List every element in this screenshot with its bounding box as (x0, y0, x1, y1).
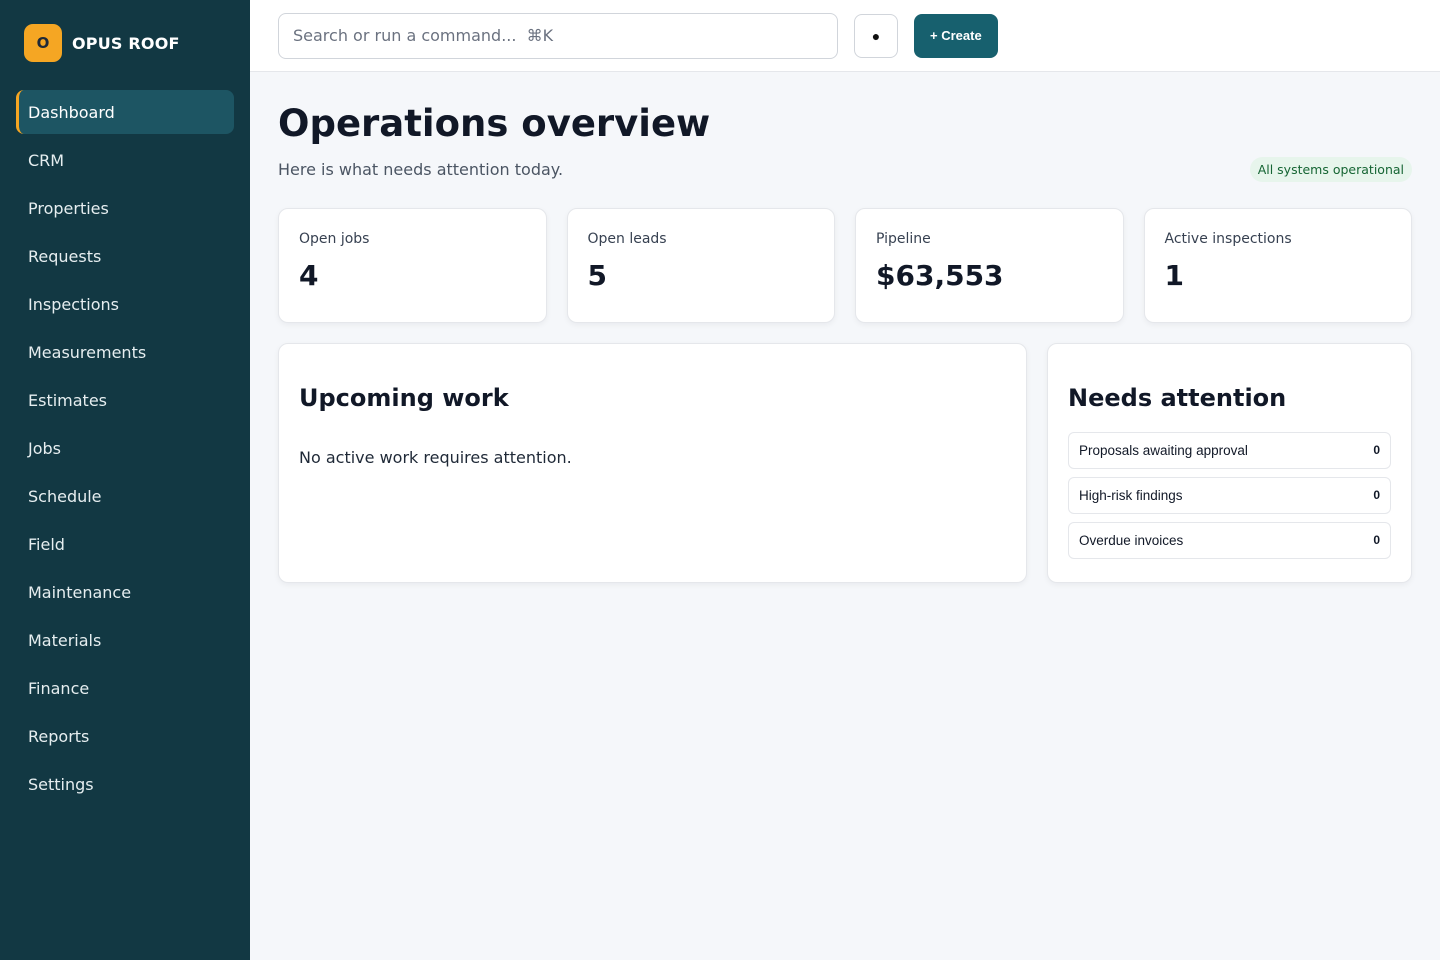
attention-item-count: 0 (1373, 488, 1380, 503)
sidebar-item-materials[interactable]: Materials (16, 618, 234, 662)
create-button[interactable]: + Create (914, 13, 998, 58)
stat-card-open-jobs[interactable]: Open jobs 4 (278, 207, 547, 323)
page-title: Operations overview (278, 102, 711, 145)
attention-item-proposals[interactable]: Proposals awaiting approval 0 (1068, 431, 1391, 469)
sidebar-item-maintenance[interactable]: Maintenance (16, 570, 234, 614)
panel-title: Upcoming work (299, 383, 509, 412)
stat-value: 4 (299, 258, 319, 292)
status-badge: All systems operational (1249, 156, 1412, 182)
stat-label: Open leads (587, 230, 667, 247)
stat-value: 1 (1164, 258, 1184, 292)
panel-title: Needs attention (1068, 383, 1287, 412)
sidebar-item-schedule[interactable]: Schedule (16, 474, 234, 518)
sidebar-item-dashboard[interactable]: Dashboard (16, 90, 234, 134)
sidebar: O OPUS ROOF Dashboard CRM Properties Req… (0, 0, 250, 960)
sidebar-item-finance[interactable]: Finance (16, 666, 234, 710)
sidebar-item-measurements[interactable]: Measurements (16, 330, 234, 374)
stat-label: Pipeline (876, 230, 931, 247)
upcoming-work-panel: Upcoming work No active work requires at… (278, 342, 1027, 583)
attention-item-count: 0 (1373, 533, 1380, 548)
stats-row: Open jobs 4 Open leads 5 Pipeline $63,55… (278, 207, 1412, 323)
sidebar-item-properties[interactable]: Properties (16, 186, 234, 230)
attention-item-count: 0 (1373, 443, 1380, 458)
needs-attention-panel: Needs attention Proposals awaiting appro… (1047, 342, 1412, 583)
sidebar-item-estimates[interactable]: Estimates (16, 378, 234, 422)
search-input[interactable] (278, 12, 838, 59)
stat-card-pipeline[interactable]: Pipeline $63,553 (855, 207, 1124, 323)
stat-card-active-inspections[interactable]: Active inspections 1 (1143, 207, 1412, 323)
attention-item-high-risk[interactable]: High-risk findings 0 (1068, 476, 1391, 514)
sidebar-item-jobs[interactable]: Jobs (16, 426, 234, 470)
sidebar-item-crm[interactable]: CRM (16, 138, 234, 182)
stat-label: Active inspections (1164, 230, 1292, 247)
sidebar-item-inspections[interactable]: Inspections (16, 282, 234, 326)
sidebar-item-reports[interactable]: Reports (16, 714, 234, 758)
sidebar-item-settings[interactable]: Settings (16, 762, 234, 806)
attention-list: Proposals awaiting approval 0 High-risk … (1068, 431, 1391, 559)
main-area: ● + Create Operations overview Here is w… (250, 0, 1440, 960)
brand-logo: O (24, 24, 62, 62)
topbar: ● + Create (250, 0, 1440, 72)
dot-icon: ● (871, 27, 881, 44)
stat-card-open-leads[interactable]: Open leads 5 (566, 207, 835, 323)
brand-name: OPUS ROOF (72, 33, 180, 53)
stat-value: 5 (587, 258, 607, 292)
sidebar-item-field[interactable]: Field (16, 522, 234, 566)
stat-label: Open jobs (299, 230, 370, 247)
page-subheader: Here is what needs attention today. All … (278, 156, 1412, 182)
attention-item-overdue-invoices[interactable]: Overdue invoices 0 (1068, 521, 1391, 559)
attention-item-label: Proposals awaiting approval (1079, 442, 1248, 458)
sidebar-item-requests[interactable]: Requests (16, 234, 234, 278)
app-root: O OPUS ROOF Dashboard CRM Properties Req… (0, 0, 1440, 960)
empty-state-message: No active work requires attention. (299, 447, 572, 467)
stat-value: $63,553 (876, 258, 1004, 292)
sidebar-nav: Dashboard CRM Properties Requests Inspec… (0, 90, 250, 806)
page-subtitle: Here is what needs attention today. (278, 159, 564, 179)
attention-item-label: High-risk findings (1079, 487, 1183, 503)
brand[interactable]: O OPUS ROOF (0, 24, 250, 62)
attention-item-label: Overdue invoices (1079, 532, 1184, 548)
theme-toggle-button[interactable]: ● (854, 13, 898, 58)
content: Operations overview Here is what needs a… (250, 72, 1440, 615)
panels-row: Upcoming work No active work requires at… (278, 342, 1412, 583)
